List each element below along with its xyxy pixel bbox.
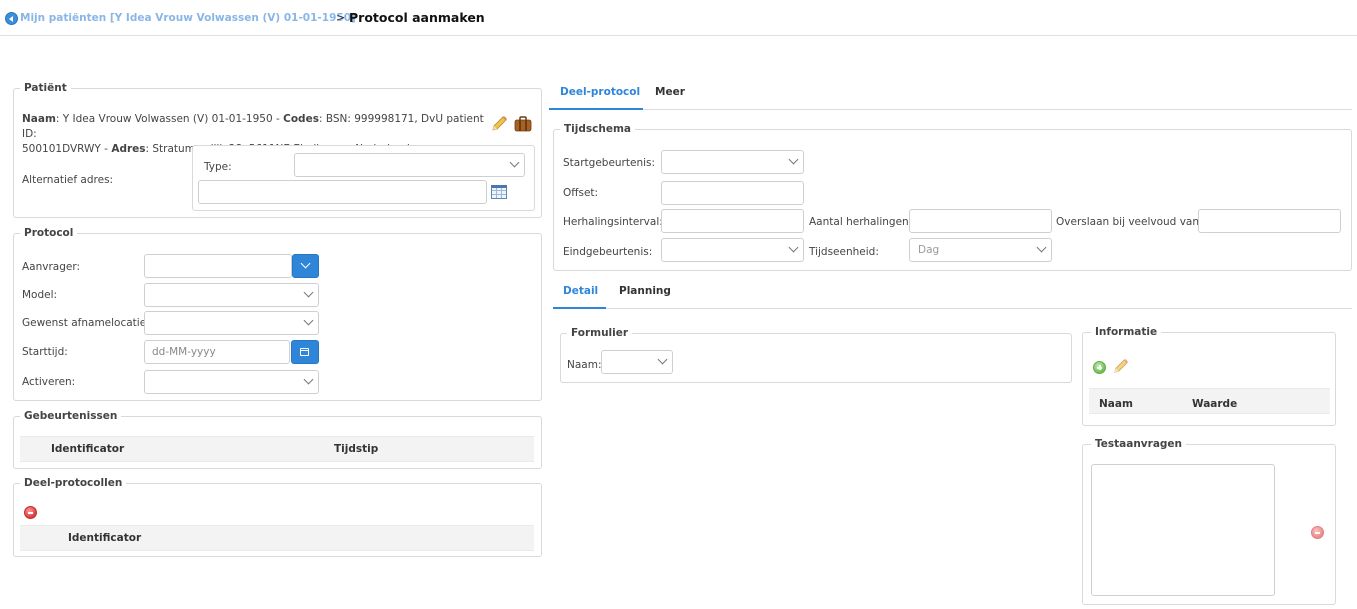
page-title: Protocol aanmaken <box>349 10 485 25</box>
starttijd-label: Starttijd: <box>22 346 68 358</box>
chevron-down-icon <box>788 242 799 253</box>
chevron-down-icon <box>303 374 314 385</box>
patient-naam-label: Naam <box>22 113 56 125</box>
tab-detail[interactable]: Detail <box>563 285 598 297</box>
protocol-legend: Protocol <box>20 226 78 240</box>
formulier-naam-label: Naam: <box>567 359 602 371</box>
starttijd-placeholder: dd-MM-yyyy <box>152 346 216 358</box>
calendar-icon <box>300 348 309 356</box>
offset-label: Offset: <box>563 187 599 199</box>
patient-codes-value-2: 500101DVRWY <box>22 143 101 155</box>
tijdschema-legend: Tijdschema <box>560 122 635 136</box>
chevron-down-icon <box>657 354 668 365</box>
tab-planning[interactable]: Planning <box>619 285 671 297</box>
column-header-identificator[interactable]: Identificator <box>68 532 141 544</box>
deel-protocollen-legend: Deel-protocollen <box>20 476 127 490</box>
column-header-waarde[interactable]: Waarde <box>1192 398 1237 410</box>
informatie-legend: Informatie <box>1091 325 1162 339</box>
chevron-down-icon <box>1036 242 1047 253</box>
activeren-label: Activeren: <box>22 376 76 388</box>
formulier-naam-select[interactable] <box>601 350 673 374</box>
starttijd-calendar-button[interactable] <box>291 340 319 364</box>
chevron-down-icon <box>300 258 310 269</box>
aantal-herhalingen-input[interactable] <box>909 209 1052 233</box>
tab-deel-protocol[interactable]: Deel-protocol <box>560 86 640 98</box>
overslaan-input[interactable] <box>1198 209 1341 233</box>
type-select[interactable] <box>294 153 525 177</box>
tab-meer[interactable]: Meer <box>655 86 685 98</box>
patient-codes-label: Codes <box>283 113 319 125</box>
patient-adres-label: Adres <box>111 143 146 155</box>
alt-address-label: Alternatief adres: <box>22 174 114 186</box>
formulier-legend: Formulier <box>567 326 633 340</box>
startgebeurtenis-label: Startgebeurtenis: <box>563 157 656 169</box>
chevron-down-icon <box>788 154 799 165</box>
testaanvragen-legend: Testaanvragen <box>1091 437 1187 451</box>
patient-codes-separator: - <box>272 113 284 125</box>
chevron-down-icon <box>303 287 314 298</box>
column-header-tijdstip[interactable]: Tijdstip <box>334 443 378 455</box>
afnamelocatie-label: Gewenst afnamelocatie: <box>22 317 150 329</box>
tijdseenheid-select[interactable]: Dag <box>909 238 1052 262</box>
model-label: Model: <box>22 289 58 301</box>
testaanvragen-list[interactable] <box>1091 464 1275 596</box>
afnamelocatie-select[interactable] <box>144 311 319 335</box>
breadcrumb-separator: > <box>336 11 346 24</box>
top-tabs-divider <box>549 109 1352 110</box>
chevron-down-icon <box>509 157 520 168</box>
overslaan-label: Overslaan bij veelvoud van: <box>1056 216 1203 228</box>
calendar-grid-icon[interactable] <box>491 185 507 199</box>
aanvrager-label: Aanvrager: <box>22 261 81 273</box>
activeren-select[interactable] <box>144 370 319 394</box>
patient-naam-value: : Y Idea Vrouw Volwassen (V) 01-01-1950 <box>55 113 273 125</box>
startgebeurtenis-select[interactable] <box>661 150 804 174</box>
tijdseenheid-label: Tijdseenheid: <box>809 246 879 258</box>
patient-adres-separator: - <box>100 143 112 155</box>
aanvrager-input[interactable] <box>144 254 292 278</box>
patient-legend: Patiënt <box>20 81 71 95</box>
pencil-icon[interactable] <box>1112 358 1129 375</box>
herhalingsinterval-input[interactable] <box>661 209 804 233</box>
eindgebeurtenis-select[interactable] <box>661 238 804 262</box>
pencil-icon[interactable] <box>490 115 508 133</box>
detail-tabs-divider <box>553 308 1352 309</box>
offset-input[interactable] <box>661 181 804 205</box>
breadcrumb-parent-link[interactable]: Mijn patiënten [Y Idea Vrouw Volwassen (… <box>20 12 356 24</box>
aanvrager-dropdown-button[interactable] <box>292 254 319 278</box>
alt-address-input[interactable] <box>198 180 487 204</box>
model-select[interactable] <box>144 283 319 307</box>
eindgebeurtenis-label: Eindgebeurtenis: <box>563 246 653 258</box>
column-header-naam[interactable]: Naam <box>1099 398 1133 410</box>
tab-detail-indicator <box>553 307 606 309</box>
tijdseenheid-value: Dag <box>918 244 940 256</box>
remove-testaanvraag-icon[interactable] <box>1311 526 1324 539</box>
back-arrow-icon[interactable] <box>5 12 18 25</box>
briefcase-icon[interactable] <box>514 116 532 132</box>
chevron-down-icon <box>303 315 314 326</box>
add-informatie-icon[interactable] <box>1093 361 1106 374</box>
tab-deel-protocol-indicator <box>549 108 643 110</box>
column-header-identificator[interactable]: Identificator <box>51 443 124 455</box>
gebeurtenissen-legend: Gebeurtenissen <box>20 409 122 423</box>
herhalingsinterval-label: Herhalingsinterval: <box>563 216 663 228</box>
starttijd-input[interactable]: dd-MM-yyyy <box>144 340 290 364</box>
aantal-herhalingen-label: Aantal herhalingen: <box>809 216 913 228</box>
type-label: Type: <box>204 161 232 173</box>
remove-deel-protocol-icon[interactable] <box>24 506 37 519</box>
